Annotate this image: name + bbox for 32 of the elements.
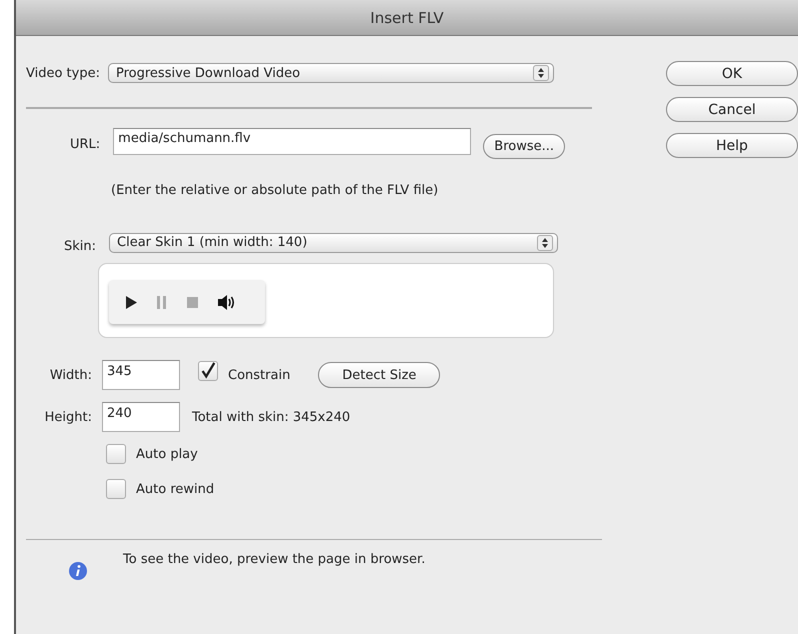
- constrain-label: Constrain: [228, 368, 290, 382]
- height-field[interactable]: 240: [102, 402, 180, 432]
- url-label: URL:: [70, 137, 100, 152]
- skin-dropdown[interactable]: Clear Skin 1 (min width: 140): [109, 232, 558, 252]
- dialog-button[interactable]: OK: [666, 61, 798, 86]
- pause-icon: [157, 296, 167, 308]
- width-field[interactable]: 345: [102, 360, 180, 390]
- url-hint: (Enter the relative or absolute path of the FLV file): [111, 183, 440, 198]
- width-label: Width:: [48, 368, 92, 382]
- url-field[interactable]: media/schumann.flv: [113, 128, 472, 155]
- option-label: Auto play: [136, 446, 198, 462]
- browse-button[interactable]: Browse...: [483, 134, 566, 159]
- option-label: Auto rewind: [136, 482, 214, 496]
- total-size-text: Total with skin: 345x240: [192, 410, 350, 424]
- dropdown-arrows-icon: [532, 65, 549, 81]
- height-label: Height:: [44, 410, 92, 424]
- skin-label: Skin:: [64, 239, 96, 254]
- detect-size-button[interactable]: Detect Size: [318, 362, 440, 388]
- constrain-checkbox[interactable]: [198, 361, 218, 381]
- option-checkbox[interactable]: [106, 444, 126, 464]
- dialog-button[interactable]: Help: [666, 133, 798, 158]
- dialog-button[interactable]: Cancel: [666, 97, 798, 122]
- info-icon: [69, 562, 87, 580]
- stop-icon: [187, 296, 198, 308]
- dropdown-arrows-icon: [537, 234, 554, 250]
- speaker-icon: [218, 294, 236, 310]
- window-title: Insert FLV: [370, 8, 444, 26]
- play-icon: [125, 296, 137, 308]
- info-message: To see the video, preview the page in browser.: [123, 552, 426, 567]
- option-checkbox[interactable]: [106, 479, 126, 499]
- video-type-dropdown[interactable]: Progressive Download Video: [108, 63, 554, 83]
- video-type-label: Video type:: [26, 66, 100, 80]
